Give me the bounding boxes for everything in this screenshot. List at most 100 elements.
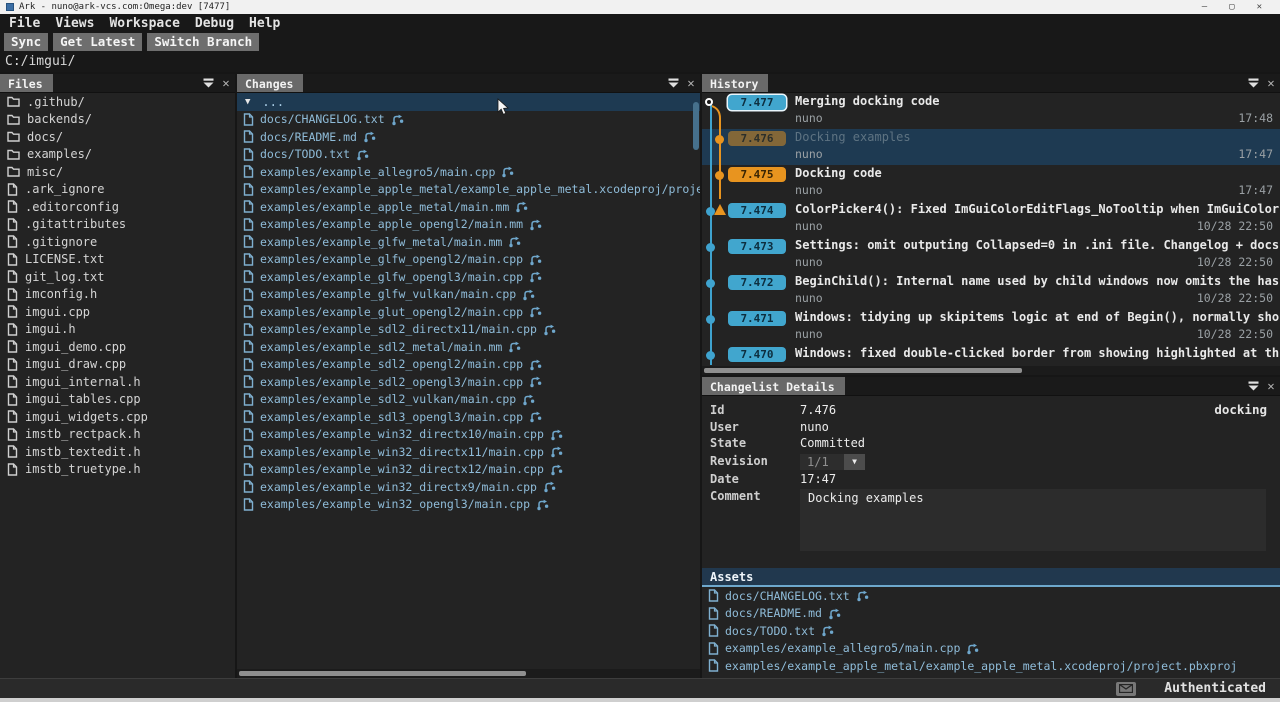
changelist-id-badge[interactable]: 7.474 [728, 203, 786, 218]
file-tree-item[interactable]: .gitattributes [0, 216, 235, 234]
history-entry-row[interactable]: 7.471 Windows: tidying up skipitems logi… [702, 309, 1280, 345]
changed-file-row[interactable]: examples/example_win32_directx12/main.cp… [237, 461, 700, 479]
expand-caret-icon[interactable]: ▼ [245, 97, 250, 107]
revision-select[interactable]: 1/1 ▼ [800, 454, 865, 470]
file-tree-item[interactable]: imgui_demo.cpp [0, 338, 235, 356]
file-tree-item[interactable]: imstb_textedit.h [0, 443, 235, 461]
file-tree-item[interactable]: imgui_widgets.cpp [0, 408, 235, 426]
file-tree-item[interactable]: imconfig.h [0, 286, 235, 304]
changed-file-row[interactable]: examples/example_allegro5/main.cpp [237, 163, 700, 181]
tab-history[interactable]: History [702, 74, 768, 92]
changes-horizontal-scrollbar[interactable] [237, 669, 700, 678]
tab-files[interactable]: Files [0, 74, 53, 92]
changelist-id-badge[interactable]: 7.473 [728, 239, 786, 254]
file-tree-item[interactable]: imgui.h [0, 321, 235, 339]
history-entry-row[interactable]: 7.473 Settings: omit outputing Collapsed… [702, 237, 1280, 273]
close-icon[interactable]: ✕ [217, 74, 235, 92]
file-tree-item[interactable]: backends/ [0, 111, 235, 129]
changed-file-row[interactable]: examples/example_sdl3_opengl3/main.cpp [237, 408, 700, 426]
changelist-id-badge[interactable]: 7.475 [728, 167, 786, 182]
menu-item[interactable]: Help [249, 16, 280, 31]
changed-file-row[interactable]: examples/example_glut_opengl2/main.cpp [237, 303, 700, 321]
file-tree-item[interactable]: .ark_ignore [0, 181, 235, 199]
maximize-button[interactable]: ▢ [1229, 2, 1234, 12]
file-tree-item[interactable]: docs/ [0, 128, 235, 146]
toolbar-button[interactable]: Sync [4, 33, 48, 51]
changed-file-row[interactable]: examples/example_win32_directx11/main.cp… [237, 443, 700, 461]
history-entry-row[interactable]: 7.476 Docking examples nuno 17:47 [702, 129, 1280, 165]
collapse-filter-icon[interactable] [664, 74, 682, 92]
changed-file-row[interactable]: examples/example_sdl2_directx11/main.cpp [237, 321, 700, 339]
changed-file-row[interactable]: docs/README.md [237, 128, 700, 146]
file-tree-item[interactable]: imgui_draw.cpp [0, 356, 235, 374]
tab-changelist-details[interactable]: Changelist Details [702, 377, 845, 395]
file-tree-item[interactable]: imstb_rectpack.h [0, 426, 235, 444]
changed-file-row[interactable]: examples/example_glfw_opengl2/main.cpp [237, 251, 700, 269]
changed-file-row[interactable]: examples/example_sdl2_metal/main.mm [237, 338, 700, 356]
collapse-filter-icon[interactable] [1244, 377, 1262, 395]
changed-file-row[interactable]: examples/example_sdl2_opengl3/main.cpp [237, 373, 700, 391]
menu-item[interactable]: Workspace [109, 16, 179, 31]
changelist-id-badge[interactable]: 7.471 [728, 311, 786, 326]
file-tree-item[interactable]: imgui.cpp [0, 303, 235, 321]
changed-file-row[interactable]: examples/example_sdl2_opengl2/main.cpp [237, 356, 700, 374]
file-tree-item[interactable]: LICENSE.txt [0, 251, 235, 269]
file-tree-item[interactable]: .github/ [0, 93, 235, 111]
minimize-button[interactable]: — [1202, 2, 1207, 12]
changed-file-row[interactable]: examples/example_win32_directx9/main.cpp [237, 478, 700, 496]
close-button[interactable]: ✕ [1257, 2, 1262, 12]
changelist-id-badge[interactable]: 7.472 [728, 275, 786, 290]
history-horizontal-scrollbar[interactable] [702, 366, 1280, 375]
toolbar-button[interactable]: Get Latest [53, 33, 142, 51]
changed-file-row[interactable]: examples/example_apple_metal/main.mm [237, 198, 700, 216]
asset-file-row[interactable]: docs/CHANGELOG.txt [702, 587, 1280, 605]
history-entry-row[interactable]: 7.474 ColorPicker4(): Fixed ImGuiColorEd… [702, 201, 1280, 237]
changed-file-row[interactable]: examples/example_win32_opengl3/main.cpp [237, 496, 700, 514]
tab-changes[interactable]: Changes [237, 74, 303, 92]
changes-vertical-scrollbar[interactable] [693, 102, 699, 150]
asset-file-row[interactable]: docs/TODO.txt [702, 622, 1280, 640]
file-tree-item[interactable]: imgui_tables.cpp [0, 391, 235, 409]
changed-file-row[interactable]: examples/example_apple_opengl2/main.mm [237, 216, 700, 234]
history-entry-row[interactable]: 7.472 BeginChild(): Internal name used b… [702, 273, 1280, 309]
file-tree-item[interactable]: imgui_internal.h [0, 373, 235, 391]
close-icon[interactable]: ✕ [1262, 74, 1280, 92]
asset-file-row[interactable]: examples/example_allegro5/main.cpp [702, 640, 1280, 658]
history-entry-row[interactable]: 7.470 Windows: fixed double-clicked bord… [702, 345, 1280, 365]
menu-item[interactable]: Debug [195, 16, 234, 31]
changelist-id-badge[interactable]: 7.476 [728, 131, 786, 146]
changed-file-row[interactable]: examples/example_win32_directx10/main.cp… [237, 426, 700, 444]
close-icon[interactable]: ✕ [1262, 377, 1280, 395]
changelist-id-badge[interactable]: 7.470 [728, 347, 786, 362]
changed-file-row[interactable]: examples/example_sdl2_vulkan/main.cpp [237, 391, 700, 409]
file-tree-item[interactable]: imstb_truetype.h [0, 461, 235, 479]
menu-item[interactable]: File [9, 16, 40, 31]
mail-icon[interactable] [1116, 682, 1136, 696]
file-tree-item[interactable]: git_log.txt [0, 268, 235, 286]
changed-file-row[interactable]: docs/CHANGELOG.txt [237, 111, 700, 129]
changed-file-row[interactable]: examples/example_glfw_metal/main.mm [237, 233, 700, 251]
history-entry-row[interactable]: 7.475 Docking code nuno 17:47 [702, 165, 1280, 201]
history-entry-row[interactable]: 7.477 Merging docking code nuno 17:48 [702, 93, 1280, 129]
file-tree-item[interactable]: .editorconfig [0, 198, 235, 216]
changes-root-row[interactable]: ▼ ... [237, 93, 700, 111]
file-tree-item[interactable]: examples/ [0, 146, 235, 164]
collapse-filter-icon[interactable] [199, 74, 217, 92]
changelist-id-badge[interactable]: 7.477 [728, 95, 786, 110]
asset-file-row[interactable]: examples/example_apple_metal/main.mm [702, 675, 1280, 676]
file-tree-item[interactable]: .gitignore [0, 233, 235, 251]
changed-file-row[interactable]: docs/TODO.txt [237, 146, 700, 164]
file-tree-item[interactable]: misc/ [0, 163, 235, 181]
close-icon[interactable]: ✕ [682, 74, 700, 92]
changed-file-row[interactable]: examples/example_glfw_vulkan/main.cpp [237, 286, 700, 304]
toolbar-button[interactable]: Switch Branch [147, 33, 259, 51]
menu-item[interactable]: Views [55, 16, 94, 31]
asset-file-row[interactable]: docs/README.md [702, 605, 1280, 623]
asset-file-row[interactable]: examples/example_apple_metal/example_app… [702, 657, 1280, 675]
collapse-filter-icon[interactable] [1244, 74, 1262, 92]
revision-dropdown-button[interactable]: ▼ [844, 454, 865, 470]
changed-file-name: examples/example_glfw_vulkan/main.cpp [260, 287, 516, 301]
comment-box[interactable]: Docking examples [800, 489, 1266, 551]
changed-file-row[interactable]: examples/example_apple_metal/example_app… [237, 181, 700, 199]
changed-file-row[interactable]: examples/example_glfw_opengl3/main.cpp [237, 268, 700, 286]
